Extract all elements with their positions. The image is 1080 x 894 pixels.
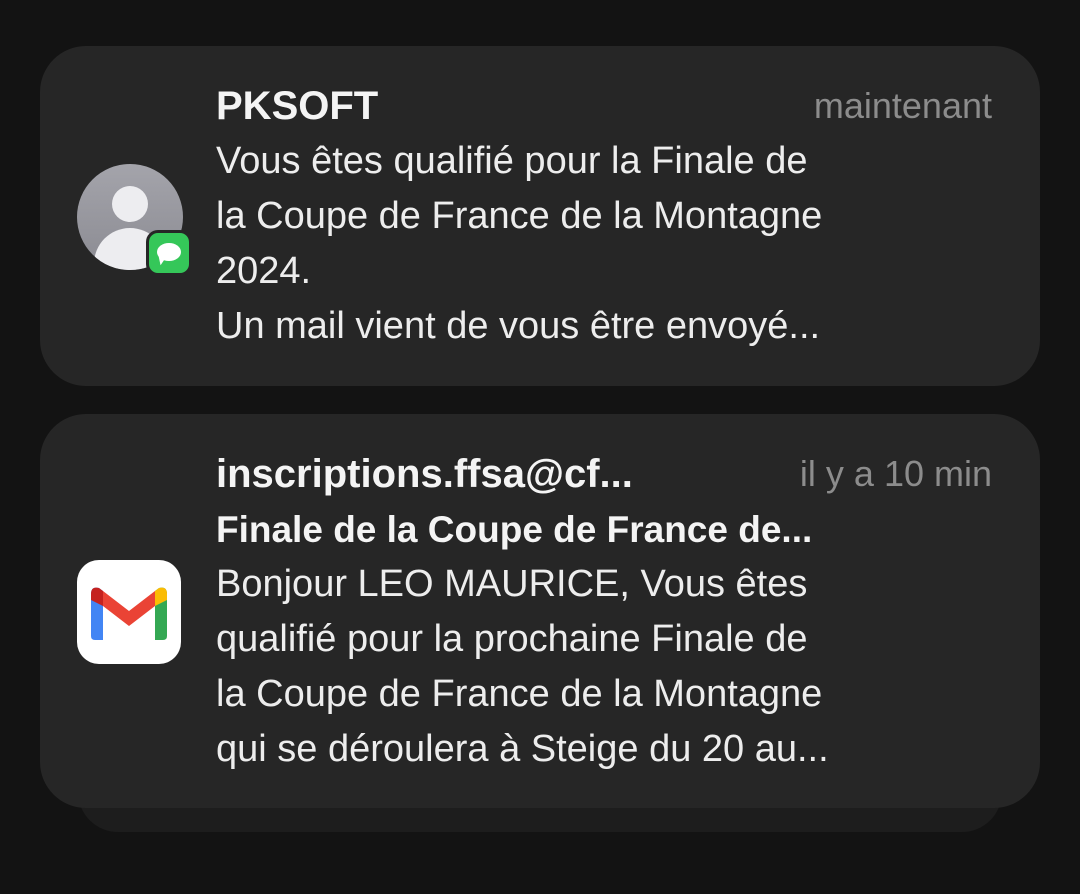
notification-pksoft[interactable]: PKSOFT maintenant Vous êtes qualifié pou… (40, 46, 1040, 386)
gmail-icon (77, 560, 181, 664)
body-line: Bonjour LEO MAURICE, Vous êtes (216, 563, 808, 605)
notification-subject: Finale de la Coupe de France de... (216, 509, 813, 550)
body-line: la Coupe de France de la Montagne (216, 195, 823, 237)
body-line: la Coupe de France de la Montagne (216, 673, 823, 715)
notification-gmail[interactable]: inscriptions.ffsa@cf... il y a 10 min Fi… (40, 414, 1040, 808)
notification-title: PKSOFT (216, 84, 379, 128)
notification-body: Vous êtes qualifié pour la Finale de la … (216, 134, 1006, 354)
notification-screen: PKSOFT maintenant Vous êtes qualifié pou… (0, 0, 1080, 894)
body-line: qui se déroulera à Steige du 20 au... (216, 728, 829, 770)
notification-body: Bonjour LEO MAURICE, Vous êtes qualifié … (216, 557, 1006, 777)
messages-app-icon (146, 230, 192, 276)
notification-time: il y a 10 min (799, 453, 992, 494)
notification-title: inscriptions.ffsa@cf... (216, 452, 633, 496)
body-line: 2024. (216, 250, 312, 292)
body-line: Un mail vient de vous être envoyé... (216, 305, 821, 347)
body-line: Vous êtes qualifié pour la Finale de (216, 140, 808, 182)
body-line: qualifié pour la prochaine Finale de (216, 618, 808, 660)
notification-time: maintenant (813, 85, 992, 126)
